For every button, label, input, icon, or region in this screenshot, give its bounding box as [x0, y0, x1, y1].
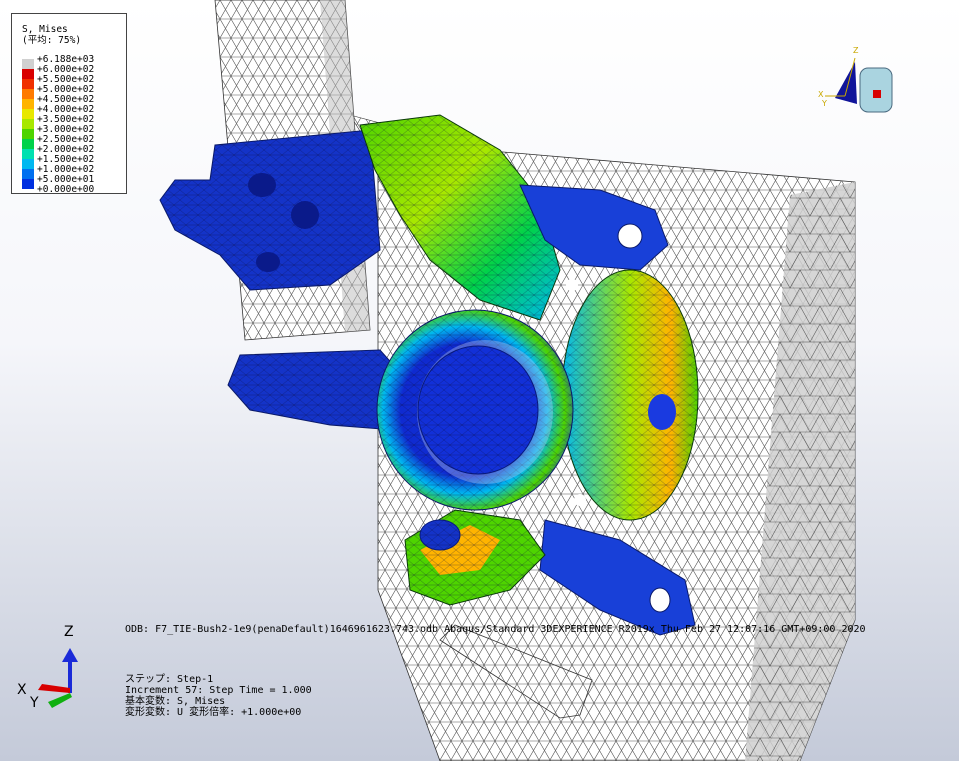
legend-value: +0.000e+00 [37, 184, 95, 195]
legend-swatch [22, 89, 34, 99]
step-info-block: ステップ: Step-1 Increment 57: Step Time = 1… [125, 674, 312, 718]
legend-swatch [22, 139, 34, 149]
triad-y-label: Y [30, 695, 39, 711]
triad-x-label: X [17, 682, 27, 698]
legend-swatch [22, 129, 34, 139]
viewcube-y-label: Y [822, 99, 827, 108]
legend-swatch [22, 109, 34, 119]
view-cube[interactable] [825, 57, 893, 113]
deformed-variable-label: 変形変数: U 変形倍率: +1.000e+00 [125, 707, 302, 718]
legend-swatch [22, 159, 34, 169]
legend-swatch [22, 79, 34, 89]
viewcube-z-label: Z [853, 46, 859, 55]
primary-variable-label: 基本変数: S, Mises [125, 696, 226, 707]
increment-label: Increment 57: Step Time = 1.000 [125, 685, 312, 696]
hub [376, 309, 574, 511]
stress-legend: S, Mises (平均: 75%) +6.188e+03 +6.000e+02 +… [11, 13, 127, 195]
coordinate-triad [38, 648, 78, 708]
model-viewport[interactable] [0, 0, 959, 761]
step-label: ステップ: Step-1 [125, 674, 214, 685]
legend-swatch [22, 169, 34, 179]
legend-title-line2: (平均: 75%) [22, 35, 82, 46]
legend-title: S, Mises (平均: 75%) [22, 24, 81, 46]
legend-swatch [22, 59, 34, 69]
legend-swatch [22, 99, 34, 109]
legend-swatch [22, 119, 34, 129]
viewcube-x-label: X [818, 90, 824, 99]
shaft-clamp [159, 129, 381, 291]
triad-z-label: Z [64, 624, 74, 640]
legend-swatch [22, 149, 34, 159]
odb-info: ODB: F7_TIE-Bush2-1e9(penaDefault)164696… [125, 624, 866, 635]
legend-swatch [22, 69, 34, 79]
legend-title-line1: S, Mises [22, 24, 68, 35]
legend-swatch [22, 179, 34, 189]
flange [561, 269, 699, 521]
